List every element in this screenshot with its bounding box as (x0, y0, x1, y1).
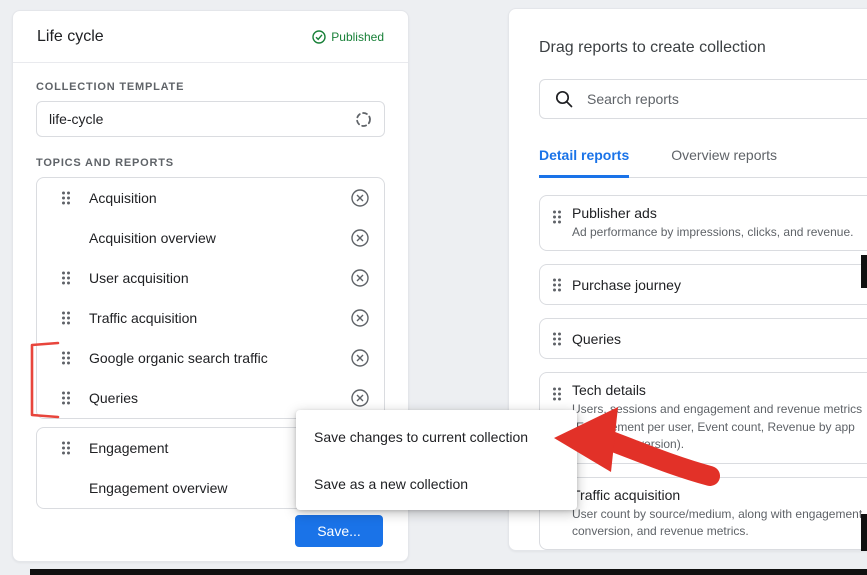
report-title: Publisher ads (572, 205, 657, 221)
search-icon (555, 90, 573, 108)
screenshot-edge-artifact (30, 569, 867, 575)
report-title: Tech details (572, 382, 646, 399)
report-description: Ad performance by impressions, clicks, a… (572, 225, 854, 239)
remove-icon[interactable] (350, 308, 370, 328)
report-title: Traffic acquisition (572, 486, 681, 503)
topics-and-reports-label: TOPICS AND REPORTS (36, 157, 174, 169)
remove-icon[interactable] (350, 388, 370, 408)
list-item-label: Acquisition (89, 190, 157, 206)
menu-item-save-new[interactable]: Save as a new collection (296, 460, 577, 507)
list-item[interactable]: Acquisition overview (37, 218, 384, 258)
list-item-label: Engagement (89, 440, 169, 456)
screenshot-edge-artifact (861, 255, 867, 288)
collection-header: Life cycle Published (13, 11, 408, 63)
remove-icon[interactable] (350, 268, 370, 288)
report-card-traffic-acquisition[interactable]: Traffic acquisition User count by source… (539, 476, 867, 551)
topic-group-acquisition: Acquisition Acquisition overview User ac… (36, 177, 385, 419)
remove-icon[interactable] (350, 348, 370, 368)
collection-template-field[interactable] (36, 101, 385, 137)
menu-item-save-current[interactable]: Save changes to current collection (296, 413, 577, 460)
report-tabs: Detail reports Overview reports (539, 147, 867, 178)
remove-icon[interactable] (350, 188, 370, 208)
drag-handle-icon[interactable] (61, 271, 71, 285)
drag-handle-icon[interactable] (61, 391, 71, 405)
list-item-label: Traffic acquisition (89, 310, 198, 326)
published-badge: Published (312, 30, 384, 44)
list-item[interactable]: User acquisition (37, 258, 384, 298)
save-button[interactable]: Save... (295, 515, 383, 547)
published-check-icon (312, 29, 326, 44)
remove-icon[interactable] (350, 228, 370, 248)
report-card-purchase-journey[interactable]: Purchase journey (539, 264, 867, 306)
list-item-label: Engagement overview (89, 480, 228, 496)
drag-handle-icon[interactable] (552, 332, 562, 346)
tab-detail-reports[interactable]: Detail reports (539, 147, 630, 178)
list-item[interactable]: Google organic search traffic (37, 338, 384, 378)
list-item-label: Google organic search traffic (89, 350, 268, 366)
report-description: Users, sessions and engagement and reven… (572, 402, 863, 452)
report-list: Publisher ads Ad performance by impressi… (539, 195, 867, 551)
search-reports-input[interactable] (587, 91, 865, 107)
list-item-label: Queries (89, 390, 139, 406)
published-label: Published (331, 29, 384, 44)
save-dropdown-menu: Save changes to current collection Save … (296, 410, 577, 510)
report-card-publisher-ads[interactable]: Publisher ads Ad performance by impressi… (539, 195, 867, 252)
report-card-queries[interactable]: Queries (539, 318, 867, 360)
report-card-tech-details[interactable]: Tech details Users, sessions and engagem… (539, 372, 867, 464)
list-item[interactable]: Traffic acquisition (37, 298, 384, 338)
collection-template-input[interactable] (49, 111, 355, 127)
reports-panel-title: Drag reports to create collection (539, 39, 766, 56)
search-reports-field[interactable] (539, 79, 867, 119)
drag-handle-icon[interactable] (552, 210, 562, 241)
drag-handle-icon[interactable] (61, 351, 71, 365)
screenshot-stage: Life cycle Published COLLECTION TEMPLATE… (0, 0, 867, 575)
loading-spinner-icon (356, 111, 371, 127)
report-title: Queries (572, 330, 622, 347)
drag-handle-icon[interactable] (61, 441, 71, 455)
drag-handle-icon[interactable] (552, 278, 562, 292)
report-description: User count by source/medium, along with … (572, 506, 866, 538)
screenshot-edge-artifact (861, 514, 867, 551)
list-item-label: User acquisition (89, 270, 189, 286)
drag-handle-icon[interactable] (61, 191, 71, 205)
drag-handle-icon[interactable] (61, 311, 71, 325)
report-title: Purchase journey (572, 276, 681, 293)
collection-title: Life cycle (37, 27, 104, 45)
list-item[interactable]: Acquisition (37, 178, 384, 218)
collection-template-label: COLLECTION TEMPLATE (36, 81, 185, 93)
list-item-label: Acquisition overview (89, 230, 216, 246)
tab-overview-reports[interactable]: Overview reports (671, 147, 777, 177)
